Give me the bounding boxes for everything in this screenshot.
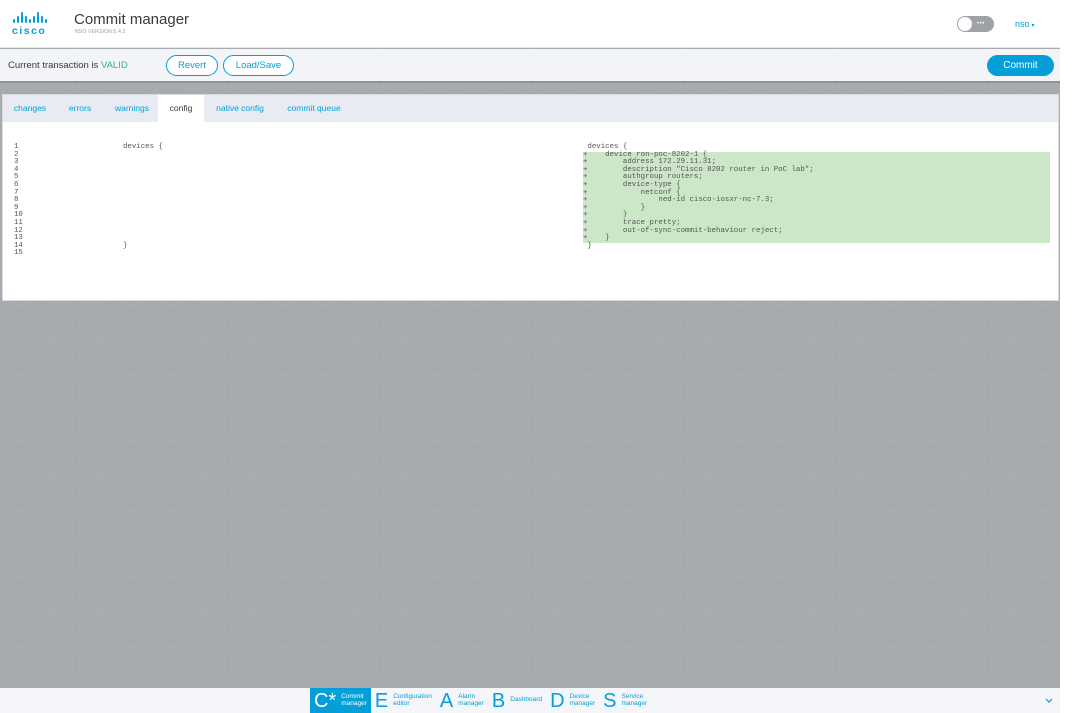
diff-right-pane: devices {+ device ron-poc-8202-1 {+ addr… (583, 143, 1050, 250)
diff-left-pane: devices {} (123, 143, 163, 258)
app-letter-icon: E (374, 689, 389, 712)
left-code-line: devices { (123, 143, 163, 151)
added-code-line: + } (583, 204, 1050, 213)
nav-item-service-manager[interactable]: S Service manager (599, 688, 651, 713)
tab-errors[interactable]: errors (63, 95, 97, 122)
left-code-line (123, 182, 163, 190)
app-letter-icon: S (603, 689, 617, 712)
page-title: Commit manager (74, 11, 190, 28)
nav-item-label: Alarm manager (458, 693, 484, 707)
transaction-status-value: VALID (100, 60, 128, 71)
nav-item-label: Configuration editor (393, 693, 432, 707)
app-switcher: C* Commit manager E Configuration editor A Alar… (310, 688, 651, 713)
transaction-bar: Current transaction is VALID Revert Load… (0, 49, 1060, 83)
revert-button[interactable]: Revert (166, 55, 218, 76)
nav-item-label: Commit manager (341, 693, 367, 707)
nav-item-label-line2: manager (341, 699, 367, 707)
nav-item-device-manager[interactable]: D Device manager (546, 688, 599, 713)
chevron-down-icon[interactable] (1044, 695, 1054, 705)
left-code-line (123, 159, 163, 167)
user-menu[interactable]: nso ▾ (1015, 19, 1035, 29)
nav-item-alarm-manager[interactable]: A Alarm manager (436, 688, 488, 713)
nav-item-label-line2: manager (458, 699, 484, 707)
app-letter-icon: C* (314, 689, 337, 712)
line-number: 15 (14, 249, 23, 258)
nav-item-label: Service manager (621, 693, 648, 707)
transaction-status: Current transaction is VALID (8, 60, 128, 71)
cisco-logo: cisco (12, 12, 52, 37)
app-letter-icon: B (491, 689, 506, 712)
nav-item-label: Device manager (569, 693, 596, 707)
nav-item-label: Dashboard (510, 697, 542, 704)
cisco-wordmark: cisco (12, 25, 47, 37)
left-code-line (123, 250, 163, 258)
left-code-line (123, 228, 163, 236)
user-name: nso (1015, 19, 1030, 29)
app-letter-icon: D (550, 689, 565, 712)
commit-button[interactable]: Commit (987, 55, 1054, 76)
header: cisco Commit manager NSO VERSION:5.4.2 •… (0, 0, 1060, 48)
nav-item-label-line1: Dashboard (510, 696, 543, 704)
nav-item-label-line2: editor (393, 699, 410, 707)
caret-down-icon: ▾ (1031, 23, 1035, 29)
tab-native-config[interactable]: native config (208, 95, 272, 122)
nav-item-dashboard[interactable]: B Dashboard (488, 688, 546, 713)
added-code-line: + } (583, 235, 1050, 243)
tab-warnings[interactable]: warnings (107, 95, 157, 122)
commit-panel: changes errors warnings config native co… (2, 94, 1059, 301)
left-code-line (123, 152, 163, 160)
left-code-line (123, 205, 163, 213)
left-code-line: } (123, 241, 128, 250)
nav-item-label-line2: manager (569, 699, 596, 707)
cisco-logo-bars-icon (13, 12, 52, 23)
toggle-knob (958, 17, 972, 31)
added-code-line: + ned-id cisco-iosxr-nc-7.3; (583, 197, 1050, 205)
nav-item-label-line2: manager (621, 699, 648, 707)
mode-toggle[interactable]: ••• (957, 16, 994, 32)
tab-changes[interactable]: changes (7, 95, 53, 122)
line-number-gutter: 1 2 3 4 5 6 7 8 9 10 11 12 13 14 15 (14, 143, 23, 258)
transaction-status-prefix: Current transaction is (8, 60, 101, 71)
left-code-line (123, 197, 163, 205)
tab-bar: changes errors warnings config native co… (3, 95, 1058, 122)
left-code-line (123, 235, 163, 243)
nav-item-commit-manager[interactable]: C* Commit manager (310, 688, 371, 713)
tab-commit-queue[interactable]: commit queue (279, 95, 349, 122)
version-label: NSO VERSION:5.4.2 (75, 29, 126, 35)
left-code-line (123, 167, 163, 175)
added-code-line: + out-of-sync-commit-behaviour reject; (583, 227, 1050, 236)
left-code-line (123, 220, 163, 228)
right-code-line: } (583, 241, 592, 250)
left-code-line (123, 212, 163, 220)
tab-config[interactable]: config (158, 95, 204, 122)
app-window: cisco Commit manager NSO VERSION:5.4.2 •… (0, 0, 1060, 713)
nav-item-configuration-editor[interactable]: E Configuration editor (371, 688, 436, 713)
app-letter-icon: A (439, 689, 454, 712)
left-code-line (123, 174, 163, 182)
left-code-line (123, 190, 163, 198)
more-dots-icon: ••• (977, 21, 985, 27)
bottom-nav-bar: C* Commit manager E Configuration editor A Alar… (0, 688, 1060, 713)
load-save-button[interactable]: Load/Save (223, 55, 294, 76)
